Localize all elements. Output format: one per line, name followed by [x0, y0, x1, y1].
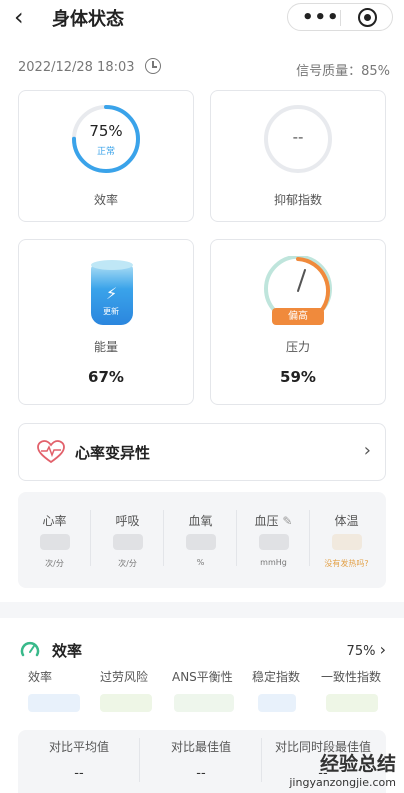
vital-unit: % — [196, 558, 205, 567]
depression-card[interactable]: -- 抑郁指数 — [210, 90, 386, 222]
vital-unit: 次/分 — [118, 559, 137, 568]
vital-temperature[interactable]: 体温 没有发热吗? — [310, 492, 383, 588]
pressure-gauge: 偏高 — [263, 254, 333, 326]
vital-label: 血压 ✎ — [237, 512, 310, 529]
vital-blood-oxygen[interactable]: 血氧 % — [164, 492, 237, 588]
measure-datetime: 2022/12/28 18:03 — [18, 60, 135, 75]
hrv-row[interactable]: 心率变异性 › — [18, 423, 386, 481]
vital-value-blurred — [39, 534, 70, 550]
vital-label: 呼吸 — [115, 514, 140, 528]
compare-value: -- — [196, 766, 206, 781]
energy-value: 67% — [88, 368, 124, 386]
vital-unit: 没有发热吗? — [324, 559, 369, 568]
heart-icon — [37, 440, 65, 464]
compare-best: 对比最佳值 -- — [140, 730, 262, 793]
back-arrow-icon[interactable]: ‹ — [14, 4, 24, 30]
hrv-label: 心率变异性 — [75, 444, 151, 462]
efficiency-label: 效率 — [93, 193, 118, 207]
vital-value-blurred — [258, 534, 289, 550]
capsule-divider — [340, 10, 341, 26]
energy-card[interactable]: ⚡ 更新 能量 67% — [18, 239, 194, 405]
sub-metric-label: 一致性指数 — [321, 670, 382, 684]
pressure-badge: 偏高 — [272, 308, 324, 325]
vitals-grid: 心率 次/分 呼吸 次/分 血氧 % 血压 ✎ mmHg 体温 没有发热吗? — [18, 492, 386, 588]
sub-metric-label: ANS平衡性 — [172, 670, 233, 684]
efficiency-sub-metrics: 效率 过劳风险 ANS平衡性 稳定指数 一致性指数 — [14, 668, 390, 724]
vital-unit: 次/分 — [45, 559, 64, 568]
efficiency-value: 75% — [89, 122, 123, 140]
clock-icon[interactable] — [145, 58, 161, 74]
energy-badge: 更新 — [103, 307, 119, 316]
vital-blood-pressure[interactable]: 血压 ✎ mmHg — [237, 492, 310, 588]
edit-icon[interactable]: ✎ — [282, 514, 292, 528]
chevron-right-icon[interactable]: › — [364, 440, 371, 461]
sub-metric-blurred — [326, 694, 378, 712]
efficiency-section-percent: 75% — [346, 644, 376, 659]
target-icon[interactable] — [358, 8, 377, 27]
vital-value-blurred — [112, 534, 143, 550]
compare-value: -- — [74, 766, 84, 781]
sub-metric-label: 效率 — [28, 670, 53, 684]
compare-label: 对比最佳值 — [170, 740, 231, 754]
efficiency-section-title: 效率 — [52, 642, 83, 660]
pressure-value: 59% — [280, 368, 316, 386]
vital-respiration[interactable]: 呼吸 次/分 — [91, 492, 164, 588]
efficiency-card[interactable]: 75% 正常 效率 — [18, 90, 194, 222]
efficiency-section: 效率 75% › 效率 过劳风险 ANS平衡性 稳定指数 一致性指数 对比平均值… — [0, 618, 404, 793]
more-dots-icon[interactable]: ••• — [302, 7, 340, 28]
sub-metric-blurred — [28, 694, 80, 712]
sub-metric-blurred — [258, 694, 296, 712]
energy-label: 能量 — [93, 340, 118, 354]
battery-icon: ⚡ 更新 — [91, 260, 133, 326]
vital-value-blurred — [331, 534, 362, 550]
compare-label: 对比平均值 — [48, 740, 109, 754]
sub-metric-blurred — [174, 694, 234, 712]
sub-metric-label: 过劳风险 — [100, 670, 149, 684]
vital-unit: mmHg — [260, 558, 287, 567]
vital-label: 体温 — [334, 514, 359, 528]
pressure-label: 压力 — [285, 340, 310, 354]
gauge-icon — [20, 641, 40, 657]
chevron-right-icon[interactable]: › — [380, 640, 386, 659]
sub-metric-label: 稳定指数 — [252, 670, 301, 684]
meta-row: 2022/12/28 18:03 信号质量：85% — [0, 38, 404, 86]
watermark: 经验总结 jingyanzongjie.com — [289, 749, 396, 789]
signal-quality: 信号质量：85% — [296, 64, 390, 79]
vital-label: 血氧 — [188, 514, 213, 528]
page-title: 身体状态 — [52, 9, 124, 30]
pressure-card[interactable]: 偏高 压力 59% — [210, 239, 386, 405]
depression-ring: -- — [263, 104, 333, 174]
compare-average: 对比平均值 -- — [18, 730, 140, 793]
efficiency-status: 正常 — [96, 147, 115, 157]
miniprogram-capsule: ••• — [287, 3, 393, 31]
efficiency-ring: 75% 正常 — [71, 104, 141, 174]
watermark-cn: 经验总结 — [319, 753, 396, 775]
vital-label-text: 血压 — [254, 514, 279, 528]
vital-heart-rate[interactable]: 心率 次/分 — [18, 492, 91, 588]
watermark-en: jingyanzongjie.com — [289, 776, 396, 789]
depression-label: 抑郁指数 — [273, 193, 322, 207]
vital-label: 心率 — [42, 514, 67, 528]
depression-value: -- — [292, 128, 304, 146]
vital-value-blurred — [185, 534, 216, 550]
sub-metric-blurred — [100, 694, 152, 712]
top-bar: ‹ 身体状态 ••• — [0, 0, 404, 38]
efficiency-section-value[interactable]: 75% › — [347, 640, 386, 659]
